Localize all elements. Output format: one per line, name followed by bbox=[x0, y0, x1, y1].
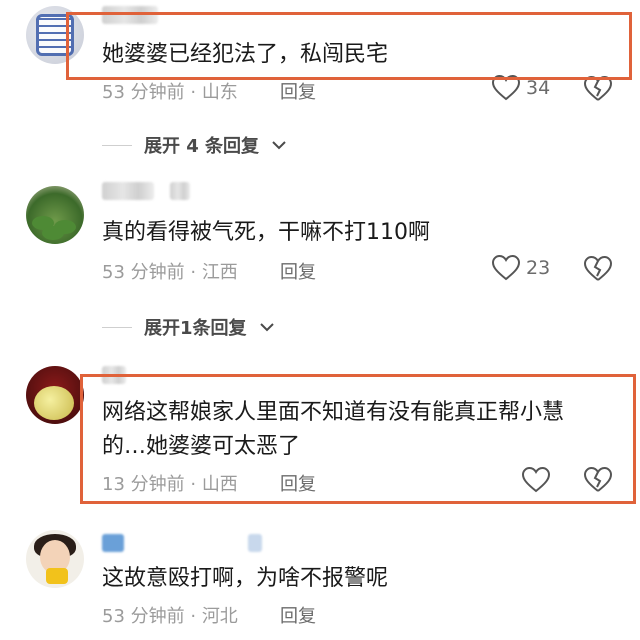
broken-heart-icon bbox=[583, 255, 613, 281]
like-button[interactable]: 23 bbox=[492, 255, 550, 281]
reply-button[interactable]: 回复 bbox=[280, 602, 316, 628]
chevron-down-icon bbox=[272, 141, 286, 150]
heart-icon bbox=[492, 255, 520, 281]
comment-meta: 53 分钟前 · 江西 bbox=[102, 262, 238, 283]
comment-region: 山东 bbox=[201, 82, 238, 103]
divider bbox=[102, 326, 132, 328]
highlight-box bbox=[66, 12, 632, 80]
avatar[interactable] bbox=[26, 530, 84, 588]
comment-time: 53 分钟前 bbox=[102, 82, 185, 103]
like-count: 23 bbox=[526, 257, 551, 279]
comment-meta: 53 分钟前 · 河北 bbox=[102, 606, 238, 627]
reply-button[interactable]: 回复 bbox=[280, 78, 316, 104]
comment-time: 53 分钟前 bbox=[102, 262, 185, 283]
username-blurred bbox=[248, 534, 262, 552]
username-blurred bbox=[170, 182, 190, 200]
comment-time: 53 分钟前 bbox=[102, 606, 185, 627]
avatar[interactable] bbox=[26, 186, 84, 244]
expand-replies[interactable]: 展开1条回复 bbox=[102, 314, 275, 340]
like-count: 34 bbox=[526, 77, 551, 99]
comment-region: 河北 bbox=[201, 606, 238, 627]
expand-label: 展开 4 条回复 bbox=[144, 136, 260, 157]
dislike-button[interactable] bbox=[583, 75, 613, 106]
comment-text: 真的看得被气死，干嘛不打110啊 bbox=[102, 220, 430, 245]
expand-label: 展开1条回复 bbox=[144, 318, 247, 339]
chevron-down-icon bbox=[259, 323, 274, 332]
divider bbox=[102, 144, 132, 146]
username-blurred bbox=[102, 534, 124, 552]
expand-replies[interactable]: 展开 4 条回复 bbox=[102, 132, 287, 158]
avatar[interactable] bbox=[26, 366, 84, 424]
reply-button[interactable]: 回复 bbox=[280, 258, 316, 284]
comment-text: 这故意殴打啊，为啥不报警呢 bbox=[102, 566, 389, 591]
comment-meta: 53 分钟前 · 山东 bbox=[102, 82, 238, 103]
dislike-button[interactable] bbox=[583, 255, 613, 286]
username-blurred bbox=[102, 182, 154, 200]
highlight-box bbox=[80, 374, 636, 504]
comment-region: 江西 bbox=[201, 262, 238, 283]
